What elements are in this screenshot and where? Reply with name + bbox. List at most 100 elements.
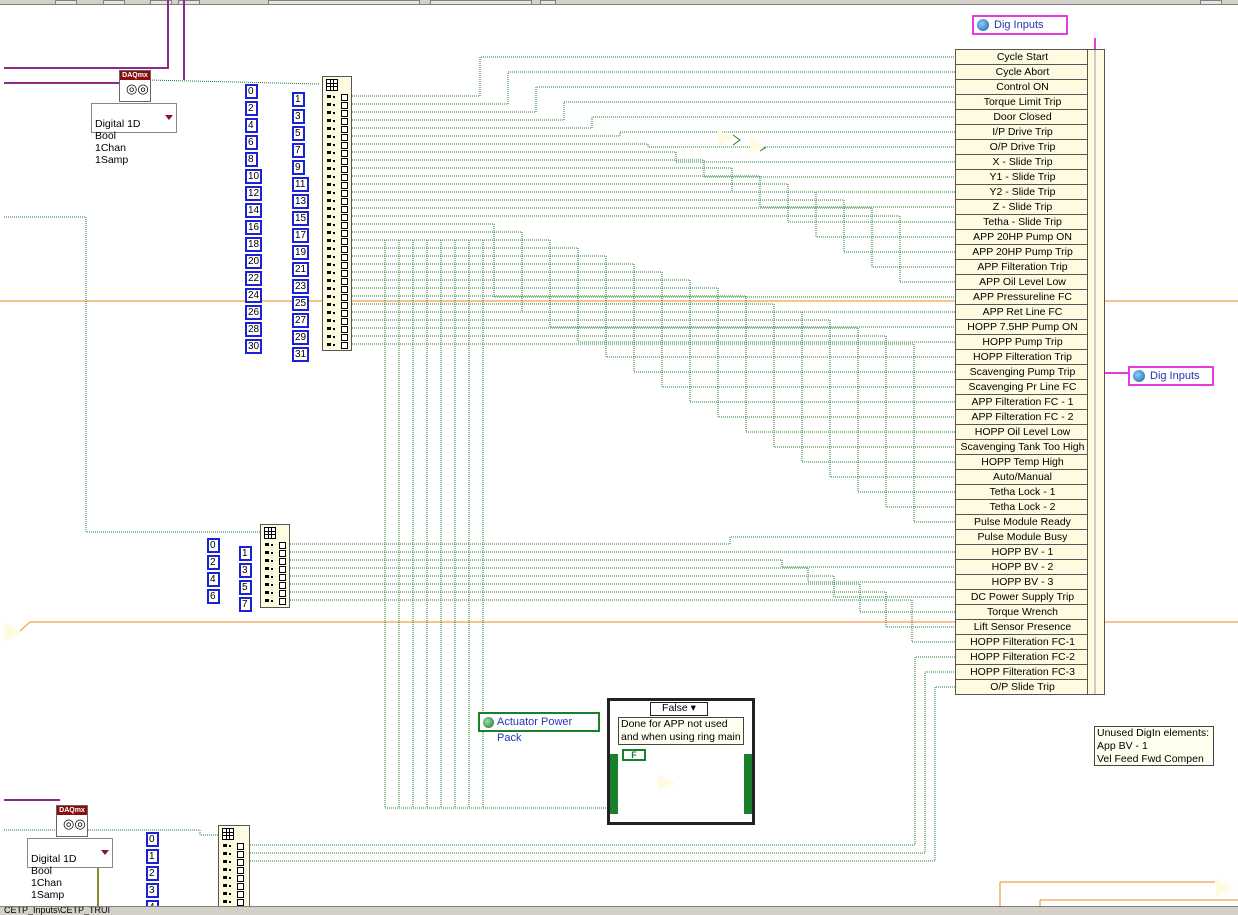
bundle-element[interactable]: Auto/Manual xyxy=(956,470,1089,485)
index-array-mid[interactable] xyxy=(260,524,290,608)
index-array-terminal[interactable] xyxy=(323,333,351,341)
index-array-terminal[interactable] xyxy=(323,181,351,189)
index-constant[interactable]: 9 xyxy=(292,160,305,175)
bundle-by-name[interactable]: Cycle Start Cycle Abort Control ON Torque L… xyxy=(955,49,1105,695)
bundle-element[interactable]: Z - Slide Trip xyxy=(956,200,1089,215)
index-constant[interactable]: 4 xyxy=(245,118,258,133)
bundle-element[interactable]: Door Closed xyxy=(956,110,1089,125)
index-constant[interactable]: 1 xyxy=(292,92,305,107)
index-constant[interactable]: 5 xyxy=(292,126,305,141)
bundle-element[interactable]: Scavenging Pr Line FC xyxy=(956,380,1089,395)
chevron-down-icon[interactable] xyxy=(165,115,173,120)
bool-wire[interactable] xyxy=(250,671,955,854)
index-array-terminal[interactable] xyxy=(323,109,351,117)
bool-wire[interactable] xyxy=(352,311,955,463)
index-constant[interactable]: 27 xyxy=(292,313,309,328)
index-array-terminal[interactable] xyxy=(323,157,351,165)
index-constant[interactable]: 19 xyxy=(292,245,309,260)
index-constant[interactable]: 4 xyxy=(207,572,220,587)
polymorphic-selector-bottom[interactable]: Digital 1D Bool 1Chan 1Samp xyxy=(27,838,113,901)
index-constant[interactable]: 6 xyxy=(245,135,258,150)
index-constant[interactable]: 10 xyxy=(245,169,262,184)
index-array-terminal[interactable] xyxy=(323,93,351,101)
index-constant[interactable]: 31 xyxy=(292,347,309,362)
index-constant[interactable]: 3 xyxy=(146,883,159,898)
index-array-terminal[interactable] xyxy=(323,165,351,173)
index-constant[interactable]: 5 xyxy=(239,580,252,595)
bundle-element[interactable]: HOPP Temp High xyxy=(956,455,1089,470)
index-array-terminal[interactable] xyxy=(323,229,351,237)
bundle-element[interactable]: Y2 - Slide Trip xyxy=(956,185,1089,200)
index-array-terminal[interactable] xyxy=(323,149,351,157)
index-array-terminal[interactable] xyxy=(219,842,249,850)
index-constant[interactable]: 29 xyxy=(292,330,309,345)
index-array-terminal[interactable] xyxy=(323,293,351,301)
index-constant[interactable]: 22 xyxy=(245,271,262,286)
bool-wire[interactable] xyxy=(250,686,955,862)
index-array-terminal[interactable] xyxy=(323,325,351,333)
false-constant[interactable]: F xyxy=(622,749,646,761)
case-structure[interactable]: False ▾ Done for APP not used and when u… xyxy=(607,698,755,825)
bundle-element[interactable]: APP 20HP Pump Trip xyxy=(956,245,1089,260)
bundle-element[interactable]: Scavenging Pump Trip xyxy=(956,365,1089,380)
index-array-bottom[interactable] xyxy=(218,825,250,910)
daqmx-read-vi-top[interactable]: DAQmx ◎◎ xyxy=(119,70,151,102)
bundle-element[interactable]: Cycle Start xyxy=(956,50,1089,65)
index-constant[interactable]: 24 xyxy=(245,288,262,303)
bundle-element[interactable]: APP Filteration FC - 1 xyxy=(956,395,1089,410)
index-constant[interactable]: 7 xyxy=(239,597,252,612)
bundle-element[interactable]: HOPP Oil Level Low xyxy=(956,425,1089,440)
index-constant[interactable]: 0 xyxy=(146,832,159,847)
enum-constant[interactable]: Actuator Power Pack xyxy=(478,712,600,744)
index-array-terminal[interactable] xyxy=(323,285,351,293)
index-constant[interactable]: 13 xyxy=(292,194,309,209)
multiply-function-icon[interactable] xyxy=(1216,879,1234,897)
daqmx-read-vi-bottom[interactable]: DAQmx ◎◎ xyxy=(56,805,88,837)
index-constant[interactable]: 23 xyxy=(292,279,309,294)
bool-wire[interactable] xyxy=(352,295,955,433)
bool-wire[interactable] xyxy=(352,343,955,523)
index-array-terminal[interactable] xyxy=(323,173,351,181)
bool-wire[interactable] xyxy=(352,191,955,238)
bool-wire[interactable] xyxy=(352,303,955,448)
bundle-element[interactable]: HOPP Filteration FC-1 xyxy=(956,635,1089,650)
bundle-element[interactable]: APP Pressureline FC xyxy=(956,290,1089,305)
index-array-terminal[interactable] xyxy=(261,597,289,605)
index-array-terminal[interactable] xyxy=(323,269,351,277)
bundle-element[interactable]: O/P Drive Trip xyxy=(956,140,1089,155)
index-constant[interactable]: 1 xyxy=(146,849,159,864)
bundle-element[interactable]: O/P Slide Trip xyxy=(956,680,1089,695)
index-array-terminal[interactable] xyxy=(323,221,351,229)
index-array-terminal[interactable] xyxy=(323,301,351,309)
dig-inputs-cluster-in[interactable]: Dig Inputs xyxy=(972,15,1068,35)
index-constant[interactable]: 26 xyxy=(245,305,262,320)
bundle-element[interactable]: Torque Wrench xyxy=(956,605,1089,620)
index-array-terminal[interactable] xyxy=(219,882,249,890)
index-constant[interactable]: 18 xyxy=(245,237,262,252)
index-array-terminal[interactable] xyxy=(323,253,351,261)
index-array-terminal[interactable] xyxy=(323,189,351,197)
index-array-terminal[interactable] xyxy=(261,589,289,597)
bool-wire[interactable] xyxy=(352,167,955,193)
not-function-icon[interactable] xyxy=(658,775,676,791)
bundle-element[interactable]: Pulse Module Busy xyxy=(956,530,1089,545)
index-constant[interactable]: 12 xyxy=(245,186,262,201)
bool-wire[interactable] xyxy=(352,116,955,129)
index-array-terminal[interactable] xyxy=(323,117,351,125)
index-constant[interactable]: 30 xyxy=(245,339,262,354)
bundle-element[interactable]: I/P Drive Trip xyxy=(956,125,1089,140)
bool-array-wire[interactable] xyxy=(4,79,321,836)
not-function-icon[interactable] xyxy=(718,130,734,146)
index-array-terminal[interactable] xyxy=(323,133,351,141)
index-constant[interactable]: 2 xyxy=(146,866,159,881)
bundle-element[interactable]: HOPP Filteration Trip xyxy=(956,350,1089,365)
index-constant[interactable]: 0 xyxy=(245,84,258,99)
case-selector[interactable]: False ▾ xyxy=(650,702,708,716)
bool-wire[interactable] xyxy=(290,559,955,568)
bundle-element[interactable]: X - Slide Trip xyxy=(956,155,1089,170)
bool-wire[interactable] xyxy=(250,656,955,846)
index-array-top[interactable] xyxy=(322,76,352,351)
index-array-terminal[interactable] xyxy=(323,277,351,285)
index-constant[interactable]: 3 xyxy=(292,109,305,124)
bundle-element[interactable]: Y1 - Slide Trip xyxy=(956,170,1089,185)
